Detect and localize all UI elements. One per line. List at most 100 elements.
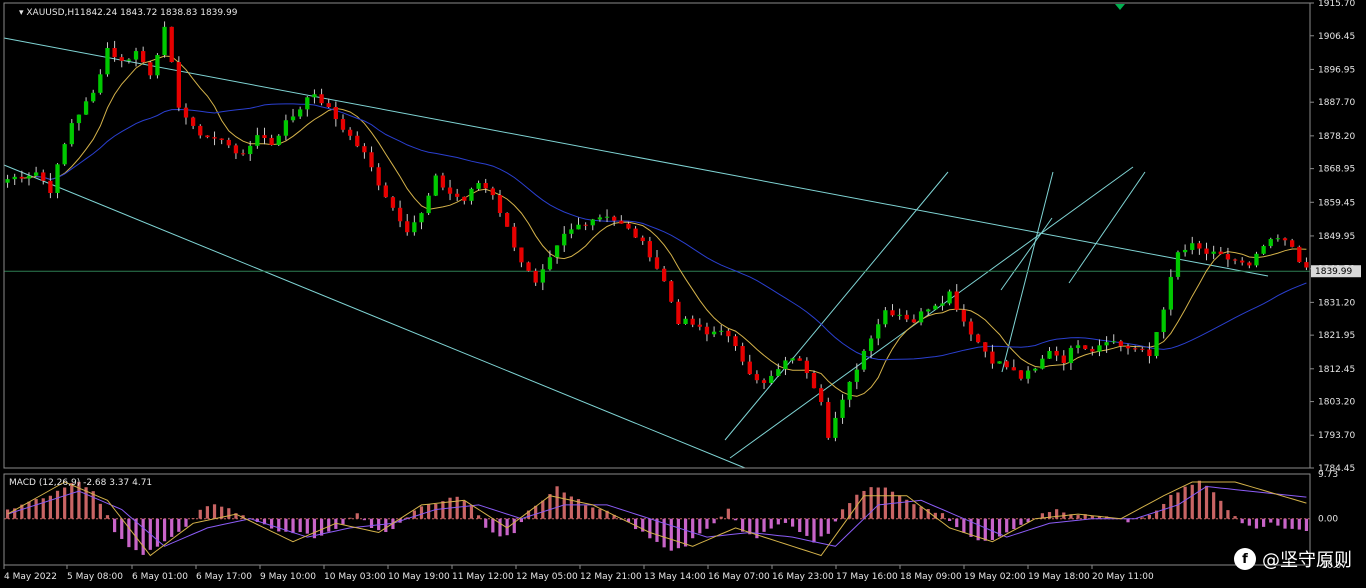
candle-body <box>619 220 624 224</box>
candle-body <box>1154 332 1159 357</box>
candle-body <box>1197 243 1202 249</box>
candle-body <box>369 152 374 168</box>
candle-body <box>198 125 203 136</box>
candle-body <box>1004 361 1009 368</box>
trendline <box>729 166 1134 459</box>
y-tick-label: 1812.45 <box>1318 365 1355 375</box>
candle-body <box>683 318 688 324</box>
candle-body <box>1168 276 1173 310</box>
price-chart[interactable]: 1915.70 1906.45 1896.95 1887.70 1878.20 1868.… <box>0 0 1366 588</box>
candle-body <box>76 114 82 124</box>
x-tick-label: 19 May 18:00 <box>1028 572 1090 582</box>
candle-body <box>676 301 681 324</box>
candle-body <box>283 120 289 136</box>
y-tick-label: 1821.95 <box>1318 331 1355 341</box>
candle-body <box>347 129 353 136</box>
candle-body <box>697 324 702 327</box>
candle-body <box>1061 355 1066 364</box>
candle-body <box>219 138 224 140</box>
trendline <box>3 164 746 469</box>
candle-body <box>1125 346 1131 349</box>
candle-body <box>1282 238 1288 241</box>
candle-body <box>169 26 174 63</box>
watermark: f @坚守原则 <box>1234 546 1352 572</box>
candle-body <box>612 216 617 221</box>
candle-body <box>305 97 310 110</box>
candle-body <box>1254 253 1259 266</box>
candle-body <box>1068 347 1074 364</box>
candle-body <box>1268 239 1273 247</box>
candle-body <box>733 336 738 347</box>
candle-body <box>333 107 338 120</box>
candle-body <box>1040 358 1045 369</box>
candle-body <box>918 311 924 323</box>
candle-body <box>961 309 967 322</box>
trendline <box>724 171 949 441</box>
trendline <box>1068 171 1146 284</box>
candle-body <box>547 257 553 270</box>
y-tick-label: 1849.95 <box>1318 232 1355 242</box>
candle-body <box>562 233 567 246</box>
candle-body <box>312 94 317 98</box>
candle-body <box>269 137 274 145</box>
candle-body <box>633 228 638 238</box>
candle-body <box>1054 350 1059 356</box>
y-tick-label: 1915.70 <box>1318 0 1355 9</box>
candle-body <box>876 324 881 339</box>
candle-body <box>811 372 817 389</box>
candle-body <box>868 338 874 351</box>
candle-body <box>833 417 838 438</box>
candle-body <box>861 350 867 370</box>
candle-body <box>540 269 545 283</box>
macd-panel <box>4 480 1310 557</box>
candle-body <box>148 62 153 76</box>
candle-body <box>205 135 210 138</box>
axes: 1915.70 1906.45 1896.95 1887.70 1878.20 1868.… <box>3 0 1361 582</box>
candle-body <box>576 224 581 230</box>
candle-body <box>1225 254 1231 260</box>
candle-body <box>1011 367 1016 371</box>
candle-body <box>1018 370 1024 379</box>
candle-body <box>690 318 695 325</box>
candle-body <box>1275 238 1281 240</box>
candle-body <box>669 281 674 302</box>
candle-body <box>797 358 802 361</box>
candle-body <box>1211 251 1216 254</box>
ohlc-readout: 1842.24 1843.72 1838.83 1839.99 <box>80 8 238 18</box>
candle-body <box>890 310 895 316</box>
candle-body <box>98 74 103 93</box>
candle-body <box>883 310 888 325</box>
candle-body <box>711 331 717 335</box>
candle-body <box>276 135 281 145</box>
candle-body <box>626 223 631 229</box>
candle-body <box>19 176 24 179</box>
candle-body <box>968 321 974 335</box>
candle-body <box>440 175 446 188</box>
fast-ma-line <box>21 55 1307 397</box>
candle-body <box>390 197 396 208</box>
candle-body <box>1161 309 1166 333</box>
candle-body <box>526 262 531 271</box>
candle-body <box>190 117 196 126</box>
candle-body <box>590 219 595 226</box>
candle-body <box>647 241 653 258</box>
watermark-text: @坚守原则 <box>1262 550 1352 571</box>
candle-body <box>704 326 710 335</box>
candle-body <box>1175 252 1181 277</box>
candle-body <box>376 167 381 186</box>
candle-body <box>554 245 560 258</box>
candle-body <box>447 187 453 194</box>
candle-body <box>155 55 160 76</box>
x-tick-label: 5 May 08:00 <box>67 572 123 582</box>
candle-body <box>512 226 517 248</box>
candle-body <box>5 179 10 183</box>
candle-body <box>1083 345 1088 349</box>
candle-body <box>176 62 181 108</box>
y-tick-label: 1859.45 <box>1318 198 1355 208</box>
scroll-marker-icon <box>1115 4 1125 10</box>
candle-body <box>940 303 945 306</box>
candle-body <box>262 135 267 138</box>
candle-body <box>455 193 460 197</box>
y-tick-label: 1868.95 <box>1318 165 1355 175</box>
candle-body <box>954 291 959 310</box>
